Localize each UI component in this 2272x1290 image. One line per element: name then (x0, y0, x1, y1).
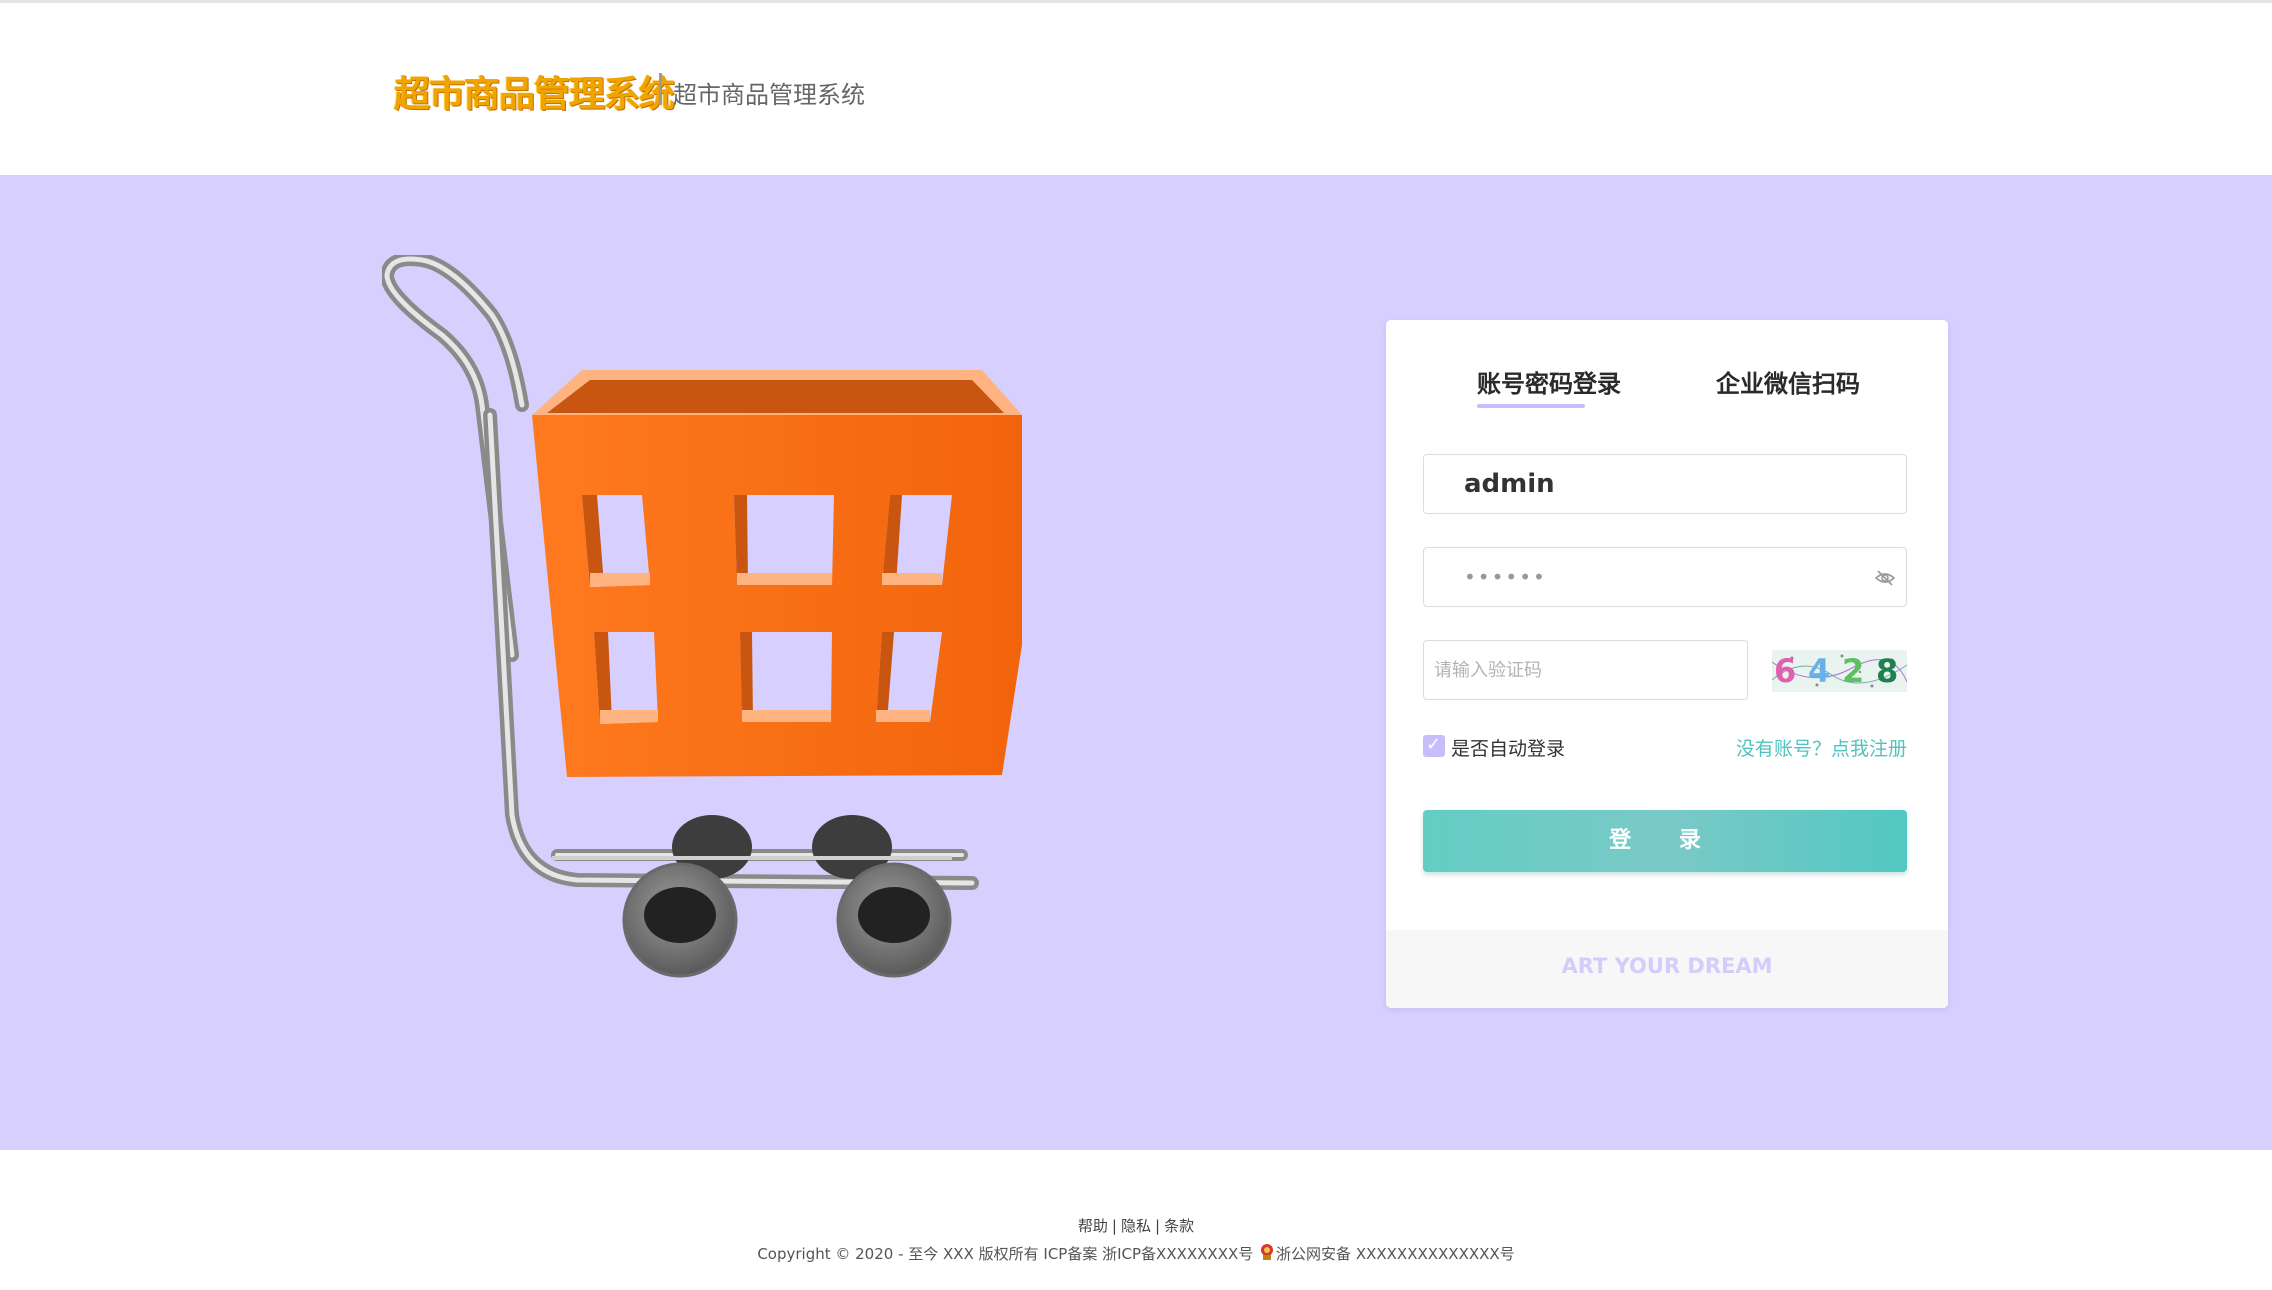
eye-off-icon[interactable] (1874, 568, 1896, 588)
shopping-cart-illustration (382, 255, 1022, 978)
footer-link-privacy[interactable]: 隐私 (1121, 1217, 1151, 1235)
logo-divider (659, 73, 662, 105)
username-input[interactable] (1424, 455, 1906, 513)
system-subtitle: 超市商品管理系统 (673, 81, 865, 109)
login-card: 账号密码登录 企业微信扫码 6 4 (1386, 320, 1948, 1008)
captcha-digit: 2 (1842, 652, 1865, 690)
police-badge-icon (1261, 1244, 1274, 1260)
captcha-image[interactable]: 6 4 2 8 (1772, 650, 1907, 692)
copyright-text: Copyright © 2020 - 至今 XXX 版权所有 ICP备案 浙IC… (757, 1245, 1254, 1263)
password-field[interactable] (1423, 547, 1907, 607)
card-footer: ART YOUR DREAM (1386, 930, 1948, 1008)
footer-link-terms[interactable]: 条款 (1164, 1217, 1194, 1235)
copyright-line: Copyright © 2020 - 至今 XXX 版权所有 ICP备案 浙IC… (0, 1243, 2272, 1264)
login-button[interactable]: 登 录 (1423, 810, 1907, 872)
logo-text[interactable]: 超市商品管理系统 (394, 65, 675, 117)
password-input[interactable] (1424, 548, 1906, 606)
footer-link-help[interactable]: 帮助 (1078, 1217, 1108, 1235)
footer-links: 帮助 | 隐私 | 条款 (0, 1215, 2272, 1236)
police-record-text: 浙公网安备 XXXXXXXXXXXXXX号 (1276, 1245, 1515, 1263)
captcha-input[interactable] (1424, 641, 1747, 699)
captcha-field[interactable] (1423, 640, 1748, 700)
link-separator: | (1155, 1217, 1161, 1235)
link-separator: | (1111, 1217, 1117, 1235)
captcha-digit: 6 (1774, 652, 1797, 690)
tab-wechat-scan[interactable]: 企业微信扫码 (1716, 364, 1860, 399)
hero-banner: 账号密码登录 企业微信扫码 6 4 (0, 175, 2272, 1150)
username-field[interactable] (1423, 454, 1907, 514)
slogan-text: ART YOUR DREAM (1561, 954, 1773, 978)
header: 超市商品管理系统 超市商品管理系统 (0, 3, 2272, 175)
checkbox-check-icon: ✓ (1426, 734, 1442, 755)
active-tab-indicator (1477, 404, 1585, 408)
register-link[interactable]: 没有账号？点我注册 (1736, 734, 1907, 761)
tab-account-password[interactable]: 账号密码登录 (1477, 364, 1621, 399)
auto-login-label: 是否自动登录 (1451, 738, 1566, 760)
captcha-digit: 4 (1808, 652, 1831, 690)
captcha-digit: 8 (1876, 652, 1899, 690)
checkbox-box[interactable]: ✓ (1423, 734, 1445, 757)
